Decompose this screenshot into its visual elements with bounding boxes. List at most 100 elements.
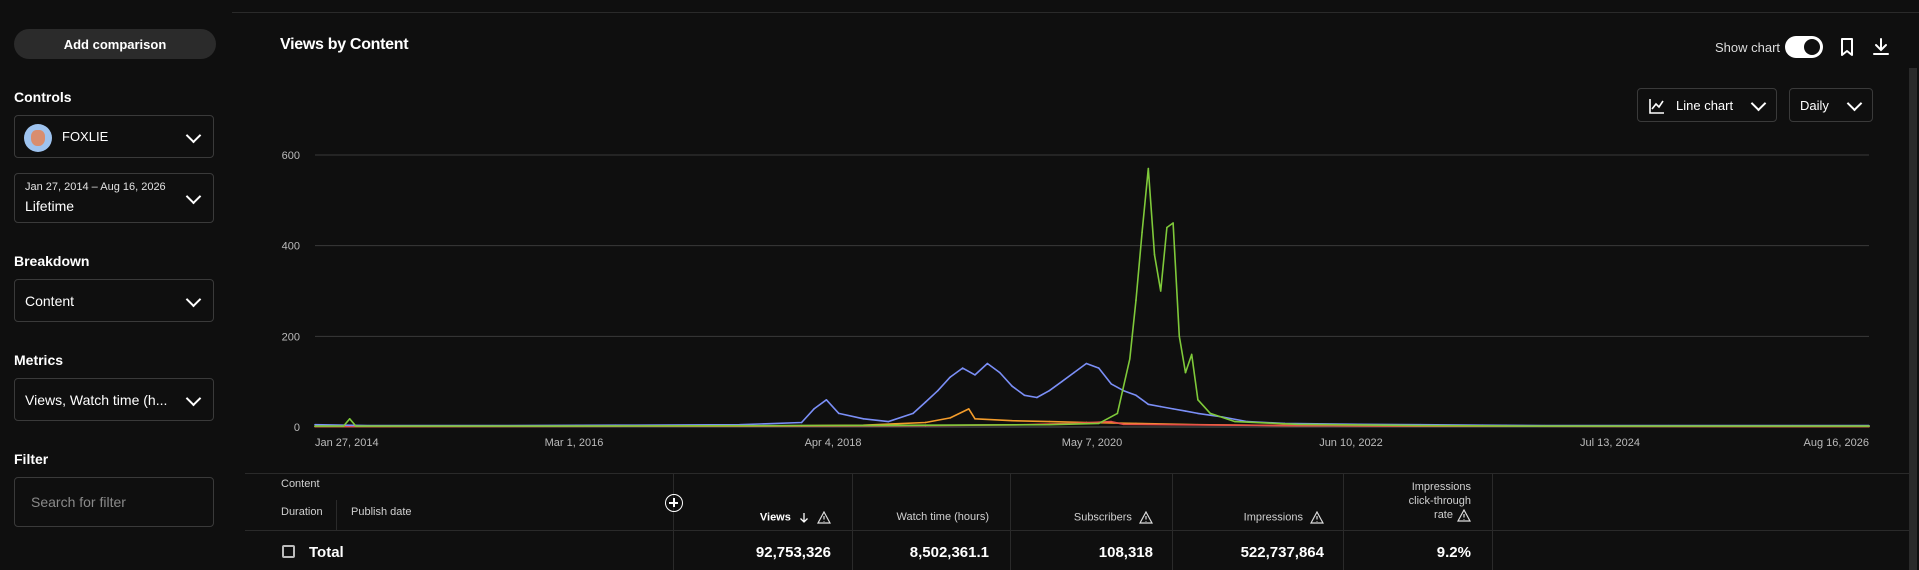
series-point — [1073, 371, 1075, 374]
x-tick-label: Mar 1, 2016 — [545, 437, 604, 449]
series-point — [1036, 396, 1038, 399]
series-point — [1011, 419, 1013, 422]
views-line-chart: 600 400 200 0 Jan 27, 2014 Mar 1, 2016 Apr 4, … — [282, 150, 1870, 449]
series-point — [1209, 412, 1212, 415]
series-point — [1023, 394, 1026, 397]
series-point — [800, 421, 803, 424]
views-header-label: Views — [759, 511, 791, 524]
series-point — [1543, 425, 1546, 427]
x-tick-label: Apr 4, 2018 — [805, 437, 862, 449]
series-point — [986, 362, 989, 365]
table-header-border — [245, 530, 1910, 531]
series-point — [949, 417, 952, 419]
col-divider — [336, 500, 337, 530]
series-point — [1159, 290, 1162, 292]
series-point — [1296, 423, 1298, 426]
col-divider — [673, 473, 674, 570]
series-point — [1868, 425, 1870, 427]
series-point — [924, 421, 927, 424]
series-point — [1135, 299, 1137, 301]
series-point — [553, 425, 555, 427]
series-point — [1110, 420, 1112, 423]
x-tick-label: Jun 10, 2022 — [1319, 437, 1383, 449]
y-tick-label: 200 — [282, 331, 300, 343]
series-point — [1197, 412, 1199, 415]
series-point — [1048, 389, 1051, 392]
series-point — [355, 425, 357, 427]
series-point — [1048, 423, 1051, 426]
series-point — [1122, 423, 1125, 426]
filter-placeholder: Search for filter — [31, 494, 126, 510]
warning-icon — [1139, 511, 1153, 524]
x-tick-label: Jul 13, 2024 — [1580, 437, 1640, 449]
x-tick-label: May 7, 2020 — [1062, 437, 1123, 449]
series-point — [998, 371, 1001, 374]
series-point — [862, 418, 865, 420]
series-point — [1153, 253, 1156, 256]
filter-input[interactable]: Search for filter — [14, 477, 214, 527]
series-point — [887, 420, 890, 423]
total-ctr: 9.2% — [1436, 544, 1471, 561]
series-point — [937, 389, 939, 392]
subscribers-header[interactable]: Subscribers — [1074, 511, 1153, 524]
series-point — [961, 367, 964, 369]
series-line[interactable] — [315, 167, 1869, 427]
series-point — [1141, 231, 1143, 233]
series-point — [1147, 403, 1150, 406]
views-header[interactable]: Views — [760, 511, 831, 524]
series-point — [912, 412, 914, 415]
series-point — [1011, 385, 1013, 388]
total-row-checkbox[interactable] — [282, 545, 295, 558]
series-point — [1048, 420, 1051, 423]
warning-icon — [817, 511, 831, 524]
impressions-header[interactable]: Impressions — [1244, 511, 1324, 524]
warning-icon — [1457, 508, 1471, 522]
duration-header[interactable]: Duration — [281, 506, 323, 518]
warning-icon — [1310, 511, 1324, 524]
series-line[interactable] — [314, 362, 1869, 427]
series-point — [924, 401, 927, 403]
col-divider — [1343, 473, 1344, 570]
series-point — [974, 374, 976, 376]
series-point — [1419, 424, 1422, 427]
series-point — [1110, 383, 1112, 385]
total-label: Total — [309, 544, 344, 561]
x-tick-label: Aug 16, 2026 — [1804, 437, 1869, 449]
publish-date-header[interactable]: Publish date — [351, 506, 412, 518]
ctr-header-line3: rate — [1434, 509, 1453, 521]
series-point — [314, 425, 316, 427]
sort-down-icon — [799, 512, 808, 523]
series-point — [348, 418, 351, 420]
series-point — [1172, 423, 1174, 426]
ctr-header[interactable]: Impressions click-through rate — [1409, 480, 1471, 522]
series-point — [1166, 226, 1168, 229]
series-point — [1085, 362, 1088, 365]
series-point — [1116, 412, 1119, 415]
y-tick-label: 400 — [282, 241, 300, 253]
series-point — [1184, 371, 1187, 374]
x-tick-label: Jan 27, 2014 — [315, 437, 379, 449]
total-views: 92,753,326 — [755, 544, 831, 561]
col-divider — [1172, 473, 1173, 570]
add-column-icon[interactable] — [665, 494, 683, 512]
col-divider — [852, 473, 853, 570]
series-point — [1060, 380, 1063, 383]
ctr-header-line1: Impressions — [1411, 481, 1471, 493]
col-divider — [1492, 473, 1493, 570]
series-point — [1197, 399, 1199, 401]
series-point — [949, 376, 952, 378]
total-subscribers: 108,318 — [1098, 544, 1153, 561]
impressions-header-label: Impressions — [1243, 511, 1303, 524]
series-point — [1184, 410, 1187, 412]
series-point — [1098, 367, 1100, 369]
series-point — [924, 424, 927, 426]
content-header[interactable]: Content — [281, 478, 320, 490]
ctr-header-line2: click-through — [1408, 495, 1471, 507]
total-impressions: 522,737,864 — [1240, 544, 1324, 561]
series-point — [1172, 222, 1174, 224]
series-point — [837, 412, 840, 415]
scrollbar[interactable] — [1909, 68, 1917, 570]
col-divider — [1010, 473, 1011, 570]
watch-time-header[interactable]: Watch time (hours) — [896, 511, 989, 523]
series-point — [1135, 394, 1137, 397]
